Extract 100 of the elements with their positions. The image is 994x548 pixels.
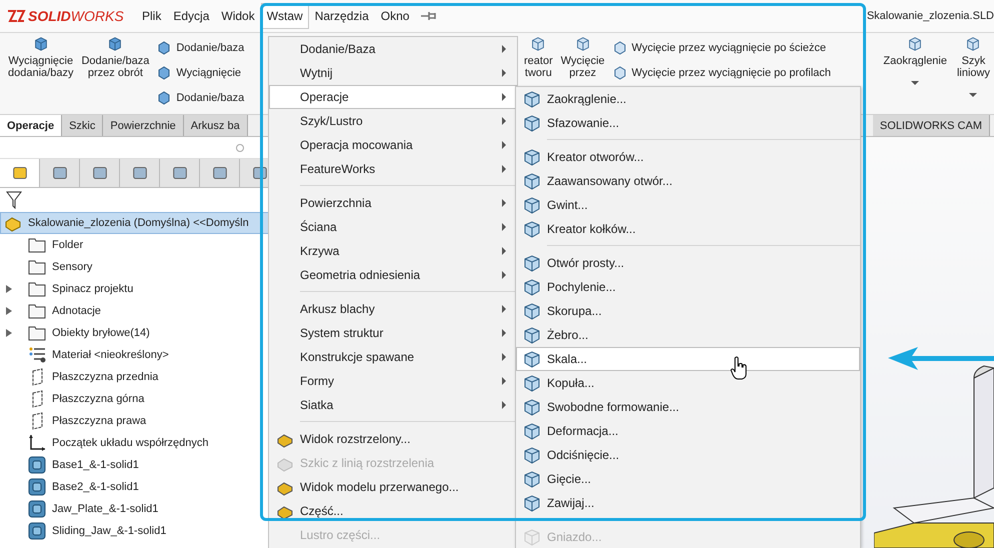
menu-item[interactable]: Pochylenie... <box>516 275 860 299</box>
tree-item[interactable]: Płaszczyzna prawa <box>52 415 146 427</box>
tree-item[interactable]: Base2_&-1-solid1 <box>52 481 139 493</box>
menu-item[interactable]: System struktur <box>269 321 517 345</box>
submenu-arrow-icon <box>502 69 506 77</box>
tree-item[interactable]: Sliding_Jaw_&-1-solid1 <box>52 525 166 537</box>
tree-item[interactable]: Base1_&-1-solid1 <box>52 459 139 471</box>
menu-item[interactable]: Krzywa <box>269 239 517 263</box>
ribbon-tab[interactable]: Arkusz ba <box>184 115 248 136</box>
ribbon-tab[interactable]: Powierzchnie <box>103 115 184 136</box>
ribbon-button[interactable]: Dodanie/baza <box>153 35 248 60</box>
panel-tab[interactable] <box>200 159 240 187</box>
menu-item[interactable]: Zaawansowany otwór... <box>516 169 860 193</box>
menu-bar-item[interactable]: Plik <box>136 3 168 29</box>
tree-item[interactable]: Płaszczyzna górna <box>52 393 144 405</box>
ribbon-button[interactable]: Wycięcie przez wyciągnięcie po profilach <box>608 60 834 85</box>
tree-item[interactable]: Jaw_Plate_&-1-solid1 <box>52 503 158 515</box>
menu-item[interactable]: Powierzchnia <box>269 191 517 215</box>
menu-item[interactable]: Wytnij <box>269 61 517 85</box>
axes-icon <box>28 434 46 452</box>
panel-tab[interactable] <box>80 159 120 187</box>
menu-item[interactable]: Widok modelu przerwanego... <box>269 475 517 499</box>
ribbon-button[interactable]: Szyk liniowy <box>950 33 994 97</box>
cube-icon <box>156 64 172 80</box>
filter-icon[interactable] <box>6 191 22 209</box>
menu-item[interactable]: Kreator otworów... <box>516 145 860 169</box>
caret-icon <box>969 93 978 97</box>
ribbon-tab[interactable]: SOLIDWORKS CAM <box>872 115 990 136</box>
solid-body-icon <box>28 500 46 518</box>
splitter-handle[interactable] <box>236 144 244 152</box>
menu-item[interactable]: Część... <box>269 499 517 523</box>
ribbon-button[interactable]: Wyciągnięcie dodania/bazy <box>4 33 78 79</box>
menu-item[interactable]: Zawijaj... <box>516 491 860 515</box>
ribbon-button[interactable]: Wycięcie przez wyciągnięcie po ścieżce <box>608 35 834 60</box>
menu-item[interactable]: Arkusz blachy <box>269 297 517 321</box>
solid-body-icon <box>28 522 46 540</box>
menu-item[interactable]: Odciśnięcie... <box>516 443 860 467</box>
submenu-arrow-icon <box>502 45 506 53</box>
ribbon-button[interactable]: Wycięcie przez <box>556 33 609 79</box>
menu-item[interactable]: Kreator kołków... <box>516 217 860 241</box>
menu-item[interactable]: Operacja mocowania <box>269 133 517 157</box>
menu-item[interactable]: Swobodne formowanie... <box>516 395 860 419</box>
document-title: Skalowanie_zlozenia.SLD <box>866 10 994 22</box>
panel-tab[interactable] <box>160 159 200 187</box>
submenu-arrow-icon <box>502 165 506 173</box>
tree-item[interactable]: Płaszczyzna przednia <box>52 371 158 383</box>
ribbon-button[interactable]: reator tworu <box>520 33 557 79</box>
ribbon-button[interactable]: Dodanie/baza przez obrót <box>77 33 154 79</box>
hand-cursor-icon <box>730 356 748 380</box>
expand-icon[interactable] <box>6 307 12 315</box>
menu-item[interactable]: Zaokrąglenie... <box>516 87 860 111</box>
menu-item[interactable]: Otwór prosty... <box>516 251 860 275</box>
menu-item[interactable]: Formy <box>269 369 517 393</box>
folder-icon <box>28 324 46 342</box>
tree-item[interactable]: Folder <box>52 239 84 251</box>
ribbon-button[interactable]: Dodanie/baza <box>153 85 248 110</box>
cube-icon <box>156 40 172 56</box>
ribbon-tab[interactable]: Szkic <box>62 115 104 136</box>
panel-tab[interactable] <box>120 159 160 187</box>
menu-bar-item[interactable]: Edycja <box>167 3 216 29</box>
ribbon-button[interactable]: Zaokrąglenie <box>877 33 951 85</box>
tree-item[interactable]: Materiał <nieokreślony> <box>52 349 169 361</box>
panel-tab[interactable] <box>40 159 80 187</box>
ribbon-button[interactable]: Wyciągnięcie <box>153 60 248 85</box>
ribbon-tab[interactable]: Operacje <box>0 115 62 136</box>
menu-item[interactable]: Gwint... <box>516 193 860 217</box>
tree-item[interactable]: Sensory <box>52 261 92 273</box>
cube-icon <box>523 220 541 238</box>
cube-icon <box>523 254 541 272</box>
menu-bar-item[interactable]: Okno <box>374 3 416 29</box>
menu-item[interactable]: Żebro... <box>516 323 860 347</box>
tree-item[interactable]: Obiekty bryłowe(14) <box>52 327 150 339</box>
menu-item[interactable]: Skorupa... <box>516 299 860 323</box>
menu-item[interactable]: Siatka <box>269 393 517 417</box>
tree-item[interactable]: Początek układu współrzędnych <box>52 437 209 449</box>
expand-icon[interactable] <box>6 329 12 337</box>
menu-item[interactable]: Widok rozstrzelony... <box>269 427 517 451</box>
folder-icon <box>28 236 46 254</box>
tree-item[interactable]: Spinacz projektu <box>52 283 134 295</box>
menu-item[interactable]: Dodanie/Baza <box>269 37 517 61</box>
menu-item[interactable]: Gięcie... <box>516 467 860 491</box>
menu-item[interactable]: Skala... <box>516 347 860 371</box>
cube-icon <box>523 90 541 108</box>
menu-item[interactable]: Szyk/Lustro <box>269 109 517 133</box>
cube-icon <box>523 172 541 190</box>
menu-item[interactable]: Operacje <box>269 85 517 109</box>
pin-icon[interactable] <box>421 11 438 21</box>
menu-item[interactable]: Sfazowanie... <box>516 111 860 135</box>
menu-item[interactable]: Kopuła... <box>516 371 860 395</box>
tree-item[interactable]: Adnotacje <box>52 305 101 317</box>
menu-bar-item[interactable]: Narzędzia <box>308 3 375 29</box>
panel-icon <box>170 164 188 182</box>
menu-item[interactable]: FeatureWorks <box>269 157 517 181</box>
submenu-arrow-icon <box>502 329 506 337</box>
expand-icon[interactable] <box>6 285 12 293</box>
cube-icon <box>523 398 541 416</box>
menu-bar-item[interactable]: Widok <box>215 3 261 29</box>
menu-item[interactable]: Konstrukcje spawane <box>269 345 517 369</box>
menu-item[interactable]: Geometria odniesienia <box>269 263 517 287</box>
menu-item[interactable]: Deformacja... <box>516 419 860 443</box>
